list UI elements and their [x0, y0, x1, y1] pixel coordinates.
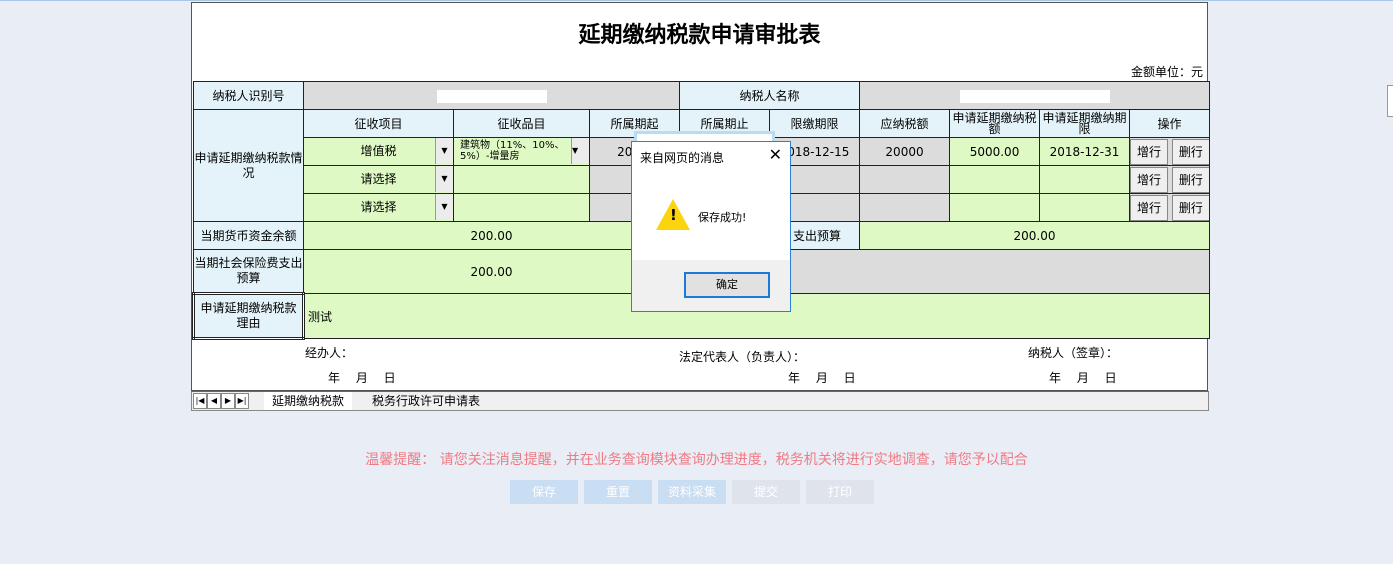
last-sheet-icon[interactable]: ▶| [235, 393, 249, 409]
add-row-button[interactable]: 增行 [1130, 194, 1169, 221]
taxpayer-name-label: 纳税人名称 [678, 81, 861, 110]
legal-rep-date: 年 月 日 [788, 371, 856, 385]
header-cell: 征收项目 [303, 109, 454, 138]
sheet-tabs: |◀ ◀ ▶ ▶| 延期缴纳税款 税务行政许可申请表 [191, 391, 1209, 411]
collect-data-button[interactable]: 资料采集 [658, 480, 726, 504]
header-cell: 限缴期限 [768, 109, 861, 138]
chevron-down-icon[interactable]: ▼ [435, 166, 453, 192]
message-dialog: 来自网页的消息 ✕ ! 保存成功! 确定 [631, 141, 791, 312]
close-icon[interactable]: ✕ [769, 145, 782, 164]
defer-amount-input[interactable] [949, 165, 1041, 194]
taxpayer-seal-date: 年 月 日 [1049, 371, 1117, 385]
expense-input[interactable]: 200.00 [859, 221, 1211, 250]
defer-amount-input[interactable]: 5000.00 [949, 137, 1041, 166]
category-select[interactable] [453, 165, 590, 194]
taxpayer-seal-label: 纳税人（签章）： [1028, 346, 1119, 360]
chevron-down-icon[interactable]: ▼ [571, 138, 589, 164]
cash-balance-input[interactable]: 200.00 [303, 221, 680, 250]
ok-button[interactable]: 确定 [684, 272, 770, 298]
defer-amount-input[interactable] [949, 193, 1041, 222]
category-select[interactable]: 建筑物（11%、10%、5%）-增量房 ▼ [453, 137, 590, 166]
print-button[interactable]: 打印 [806, 480, 874, 504]
header-cell: 征收品目 [453, 109, 590, 138]
delete-row-button[interactable]: 删行 [1171, 194, 1209, 221]
header-cell: 应纳税额 [859, 109, 951, 138]
item-select[interactable]: 请选择 ▼ [303, 193, 454, 222]
cash-balance-label: 当期货币资金余额 [193, 221, 304, 250]
amount-unit: 金额单位：元 [1130, 65, 1203, 79]
social-label: 当期社会保险费支出预算 [193, 249, 304, 294]
section-label: 申请延期缴纳税款情况 [193, 109, 304, 222]
defer-deadline-input[interactable]: 2018-12-31 [1039, 137, 1131, 166]
page-title: 延期缴纳税款申请审批表 [578, 22, 821, 48]
dialog-title: 来自网页的消息 [640, 151, 725, 165]
submit-button[interactable]: 提交 [732, 480, 800, 504]
tab-deferred-tax[interactable]: 延期缴纳税款 [264, 392, 353, 410]
chevron-down-icon[interactable]: ▼ [435, 138, 453, 164]
reset-button[interactable]: 重置 [584, 480, 652, 504]
handler-label: 经办人： [305, 346, 354, 360]
delete-row-button[interactable]: 删行 [1171, 138, 1209, 165]
top-border [0, 0, 1393, 1]
taxpayer-id-value [303, 81, 680, 110]
first-sheet-icon[interactable]: |◀ [193, 393, 207, 409]
category-select[interactable] [453, 193, 590, 222]
legal-rep-label: 法定代表人（负责人）： [679, 350, 806, 364]
header-cell: 申请延期缴纳期限 [1039, 109, 1131, 138]
prev-sheet-icon[interactable]: ◀ [207, 393, 221, 409]
social-input[interactable]: 200.00 [303, 249, 680, 294]
handler-date: 年 月 日 [328, 371, 396, 385]
tab-permit-application[interactable]: 税务行政许可申请表 [366, 392, 486, 410]
reminder-text: 温馨提醒： 请您关注消息提醒，并在业务查询模块查询办理进度，税务机关将进行实地调… [365, 452, 1028, 468]
header-cell: 操作 [1129, 109, 1211, 138]
next-sheet-icon[interactable]: ▶ [221, 393, 235, 409]
warning-icon: ! [656, 199, 690, 230]
item-select[interactable]: 增值税 ▼ [303, 137, 454, 166]
dialog-message: 保存成功! [698, 211, 747, 224]
delete-row-button[interactable]: 删行 [1171, 166, 1209, 193]
item-select[interactable]: 请选择 ▼ [303, 165, 454, 194]
taxpayer-id-label: 纳税人识别号 [193, 81, 304, 110]
defer-deadline-input[interactable] [1039, 193, 1131, 222]
chevron-down-icon[interactable]: ▼ [435, 194, 453, 220]
taxpayer-name-value [859, 81, 1211, 110]
add-row-button[interactable]: 增行 [1130, 138, 1169, 165]
tax-due: 20000 [859, 137, 951, 166]
reason-label: 申请延期缴纳税款理由 [192, 292, 305, 340]
add-row-button[interactable]: 增行 [1130, 166, 1169, 193]
header-cell: 申请延期缴纳税额 [949, 109, 1041, 138]
defer-deadline-input[interactable] [1039, 165, 1131, 194]
side-widget [1387, 85, 1393, 117]
save-button[interactable]: 保存 [510, 480, 578, 504]
